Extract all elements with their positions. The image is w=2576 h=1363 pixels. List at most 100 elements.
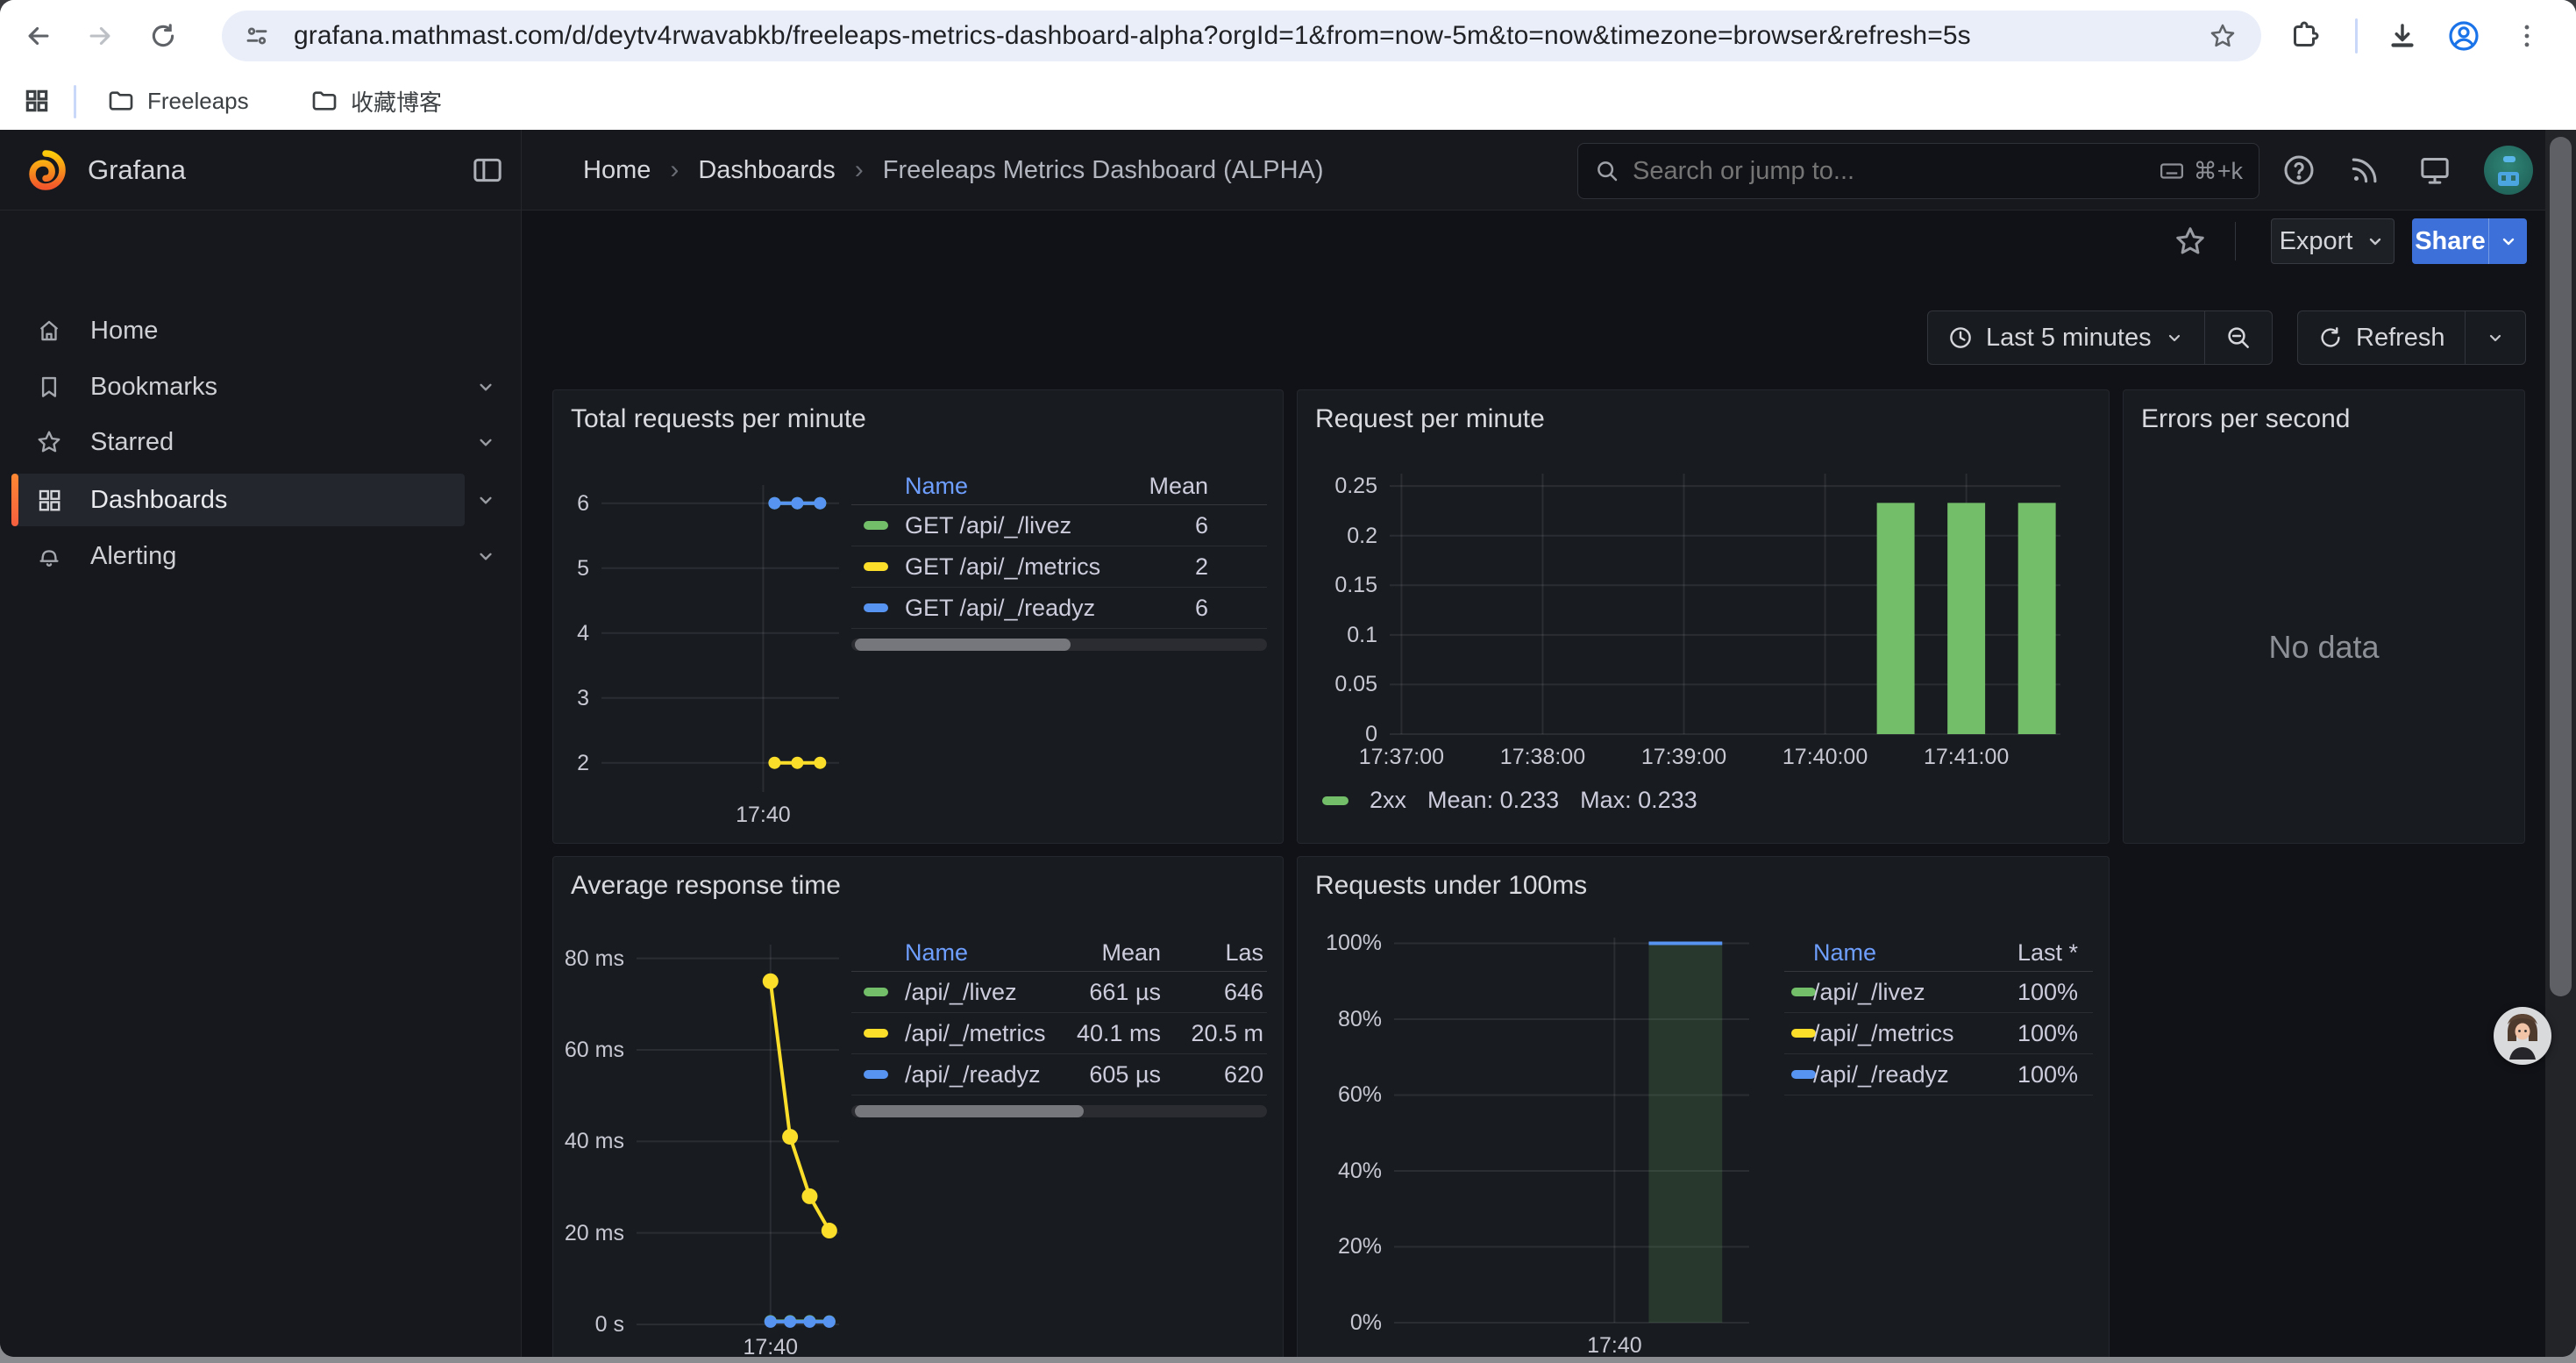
- dock-menu-icon[interactable]: [470, 153, 505, 192]
- legend-stat: Max: 0.233: [1580, 787, 1697, 814]
- chevron-down-icon: [2365, 231, 2386, 252]
- x-axis-tick-label: 17:38:00: [1463, 745, 1621, 770]
- site-info-icon[interactable]: [243, 22, 271, 50]
- news-rss-icon[interactable]: [2343, 148, 2387, 192]
- download-icon[interactable]: [2381, 15, 2423, 57]
- time-picker-group: Last 5 minutes: [1927, 310, 2273, 365]
- panel-title[interactable]: Errors per second: [2141, 404, 2350, 434]
- refresh-interval-dropdown[interactable]: [2466, 311, 2525, 364]
- monitor-icon[interactable]: [2413, 148, 2457, 192]
- panel-average-response-time: Average response time 80 ms60 ms40 ms20 …: [552, 856, 1284, 1357]
- y-axis-tick-label: 0.1: [1298, 622, 1377, 648]
- table-separator: [1784, 971, 2093, 972]
- table-scrollbar-thumb[interactable]: [855, 1105, 1084, 1117]
- breadcrumb-dashboards[interactable]: Dashboards: [698, 156, 835, 185]
- bookmark-folder-blogs[interactable]: 收藏博客: [298, 81, 454, 121]
- table-separator: [1784, 1053, 2093, 1054]
- grafana-brand[interactable]: Grafana: [88, 130, 186, 211]
- page-scrollbar[interactable]: [2545, 130, 2576, 1357]
- search-shortcut: ⌘+k: [2159, 158, 2243, 185]
- bar-chart[interactable]: 100%80%60%40%20%0%17:40: [1298, 857, 2109, 1357]
- table-separator: [851, 1053, 1267, 1054]
- search-box[interactable]: ⌘+k: [1577, 143, 2259, 199]
- table-separator: [851, 587, 1267, 588]
- profile-icon[interactable]: [2443, 15, 2485, 57]
- bookmark-star-icon[interactable]: [2209, 22, 2237, 54]
- bookmark-label: 收藏博客: [351, 85, 442, 118]
- panel-title[interactable]: Total requests per minute: [571, 404, 866, 434]
- legend-series-value: 620: [851, 1061, 1263, 1088]
- browser-window: grafana.mathmast.com/d/deytv4rwavabkb/fr…: [0, 0, 2576, 1357]
- extensions-icon[interactable]: [2283, 15, 2325, 57]
- user-avatar[interactable]: [2484, 146, 2533, 195]
- y-axis-tick-label: 20 ms: [553, 1220, 624, 1246]
- url-text[interactable]: grafana.mathmast.com/d/deytv4rwavabkb/fr…: [294, 21, 1971, 51]
- time-range-picker[interactable]: Last 5 minutes: [1928, 311, 2204, 364]
- export-button[interactable]: Export: [2271, 218, 2395, 264]
- back-icon[interactable]: [18, 15, 60, 57]
- share-dropdown-button[interactable]: [2488, 218, 2527, 264]
- series-color-swatch: [1322, 796, 1348, 805]
- dashboard-actions-bar: Export Share: [522, 211, 2576, 289]
- y-axis-tick-label: 0%: [1298, 1309, 1382, 1336]
- forward-icon[interactable]: [79, 15, 121, 57]
- y-axis-tick-label: 60%: [1298, 1081, 1382, 1108]
- chevron-down-icon: [2485, 327, 2506, 348]
- zoom-out-button[interactable]: [2205, 311, 2272, 364]
- table-scrollbar-thumb[interactable]: [855, 639, 1071, 651]
- bar-chart[interactable]: 0.250.20.150.10.05017:37:0017:38:0017:39…: [1298, 390, 2109, 843]
- apps-grid-icon[interactable]: [16, 80, 58, 122]
- url-bar[interactable]: grafana.mathmast.com/d/deytv4rwavabkb/fr…: [222, 11, 2261, 61]
- panel-request-per-minute: Request per minute 0.250.20.150.10.05017…: [1297, 389, 2110, 844]
- chevron-down-icon[interactable]: [474, 375, 497, 403]
- refresh-group: Refresh: [2297, 310, 2526, 365]
- chevron-down-icon[interactable]: [474, 545, 497, 572]
- menu-kebab-icon[interactable]: [2506, 15, 2548, 57]
- panel-title[interactable]: Average response time: [571, 871, 841, 901]
- chevron-down-icon[interactable]: [474, 431, 497, 458]
- sidebar-item-alerting[interactable]: Alerting: [0, 528, 522, 584]
- bookmark-folder-freeleaps[interactable]: Freeleaps: [95, 81, 261, 121]
- legend-series-value: 2: [851, 553, 1208, 581]
- y-axis-tick-label: 80%: [1298, 1006, 1382, 1032]
- assistant-avatar[interactable]: [2494, 1007, 2551, 1065]
- x-axis-tick-label: 17:41:00: [1888, 745, 2046, 770]
- help-icon[interactable]: [2277, 148, 2321, 192]
- x-axis-tick-label: 17:39:00: [1605, 745, 1763, 770]
- folder-icon: [310, 87, 338, 115]
- y-axis-tick-label: 100%: [1298, 930, 1382, 956]
- active-item-accent: [11, 474, 18, 526]
- grafana-logo[interactable]: [25, 149, 67, 196]
- sidebar-item-home[interactable]: Home: [0, 303, 522, 359]
- sidebar-item-bookmarks[interactable]: Bookmarks: [0, 359, 522, 415]
- x-axis-tick-label: 17:40: [692, 1335, 850, 1357]
- panel-title[interactable]: Request per minute: [1315, 404, 1545, 434]
- share-button-group: Share: [2412, 218, 2527, 264]
- scrollbar-thumb[interactable]: [2550, 137, 2572, 996]
- search-input[interactable]: [1633, 157, 2159, 186]
- table-header: Mean: [851, 473, 1208, 500]
- favorite-star-icon[interactable]: [2174, 225, 2207, 262]
- y-axis-tick-label: 5: [553, 555, 589, 582]
- sidebar-item-label: Home: [90, 303, 158, 359]
- y-axis-tick-label: 40%: [1298, 1158, 1382, 1184]
- refresh-button[interactable]: Refresh: [2298, 311, 2465, 364]
- chevron-down-icon[interactable]: [474, 489, 497, 516]
- sidebar: Home Bookmarks Starred: [0, 211, 522, 1357]
- table-scrollbar[interactable]: [851, 1105, 1267, 1117]
- breadcrumb-separator: ›: [855, 155, 864, 185]
- legend-series-name[interactable]: 2xx: [1370, 787, 1406, 814]
- active-item-background: [11, 474, 465, 526]
- reload-icon[interactable]: [142, 15, 184, 57]
- sidebar-item-starred[interactable]: Starred: [0, 414, 522, 470]
- table-header: Last *: [1784, 939, 2078, 967]
- table-scrollbar[interactable]: [851, 639, 1267, 651]
- chevron-down-icon: [2498, 231, 2519, 252]
- panel-requests-under-100ms: Requests under 100ms 100%80%60%40%20%0%1…: [1297, 856, 2110, 1357]
- chart-legend[interactable]: 2xxMean: 0.233Max: 0.233: [1322, 787, 1697, 814]
- breadcrumb-home[interactable]: Home: [583, 156, 651, 185]
- sidebar-item-dashboards[interactable]: Dashboards: [0, 472, 522, 528]
- sidebar-item-label: Starred: [90, 414, 174, 470]
- share-button[interactable]: Share: [2412, 218, 2488, 264]
- panel-title[interactable]: Requests under 100ms: [1315, 871, 1587, 901]
